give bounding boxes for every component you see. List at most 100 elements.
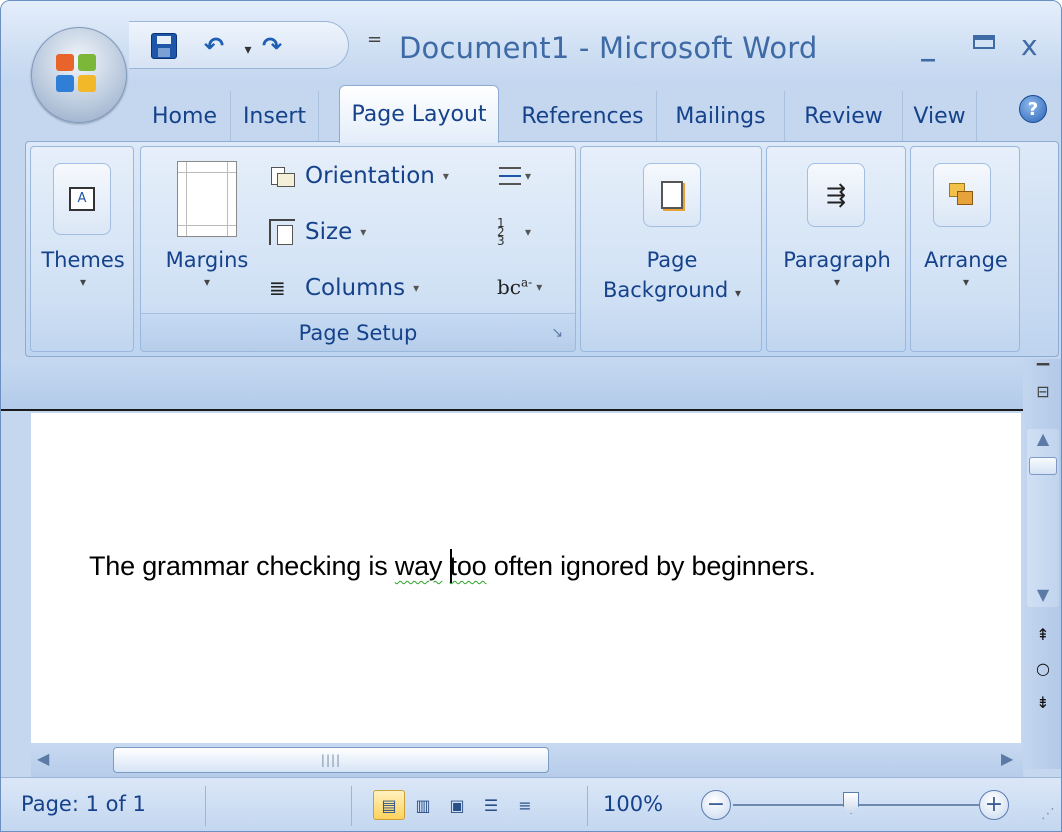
vertical-scroll-track[interactable] [1027,429,1059,607]
breaks-button[interactable]: ▾ [497,163,531,189]
help-icon[interactable]: ? [1019,95,1047,123]
status-separator [351,786,352,826]
line-numbers-icon: 123 [497,216,505,248]
paragraph-dropdown-icon: ▾ [833,275,841,289]
zoom-out-button[interactable]: − [701,790,731,820]
scroll-down-icon[interactable]: ▼ [1029,585,1057,607]
zoom-slider-thumb[interactable] [843,792,859,814]
ruler-area [1,359,1023,411]
vertical-scroll-thumb[interactable] [1029,457,1057,475]
resize-grip-icon[interactable]: ⋰ [1041,806,1055,822]
customize-qat-icon[interactable]: = [367,29,382,50]
tab-review[interactable]: Review [785,91,903,141]
page-setup-group: Margins ▾ Orientation ▾ Size ▾ ≣ Columns… [140,146,576,352]
redo-icon[interactable]: ↷ [257,32,287,60]
select-browse-object-icon[interactable]: ○ [1029,655,1057,683]
office-button[interactable] [31,27,127,123]
previous-page-icon[interactable]: ⇞ [1029,621,1057,649]
arrange-button[interactable]: Arrange ▾ [911,245,1021,289]
line-numbers-button[interactable]: 123 ▾ [497,216,531,248]
grammar-flagged-word-way[interactable]: way [395,551,443,581]
orientation-dropdown-icon: ▾ [442,169,449,183]
orientation-label: Orientation [305,163,435,189]
horizontal-scrollbar[interactable]: ◀ |||| ▶ [31,743,1023,777]
tab-mailings[interactable]: Mailings [657,91,785,141]
document-page[interactable]: The grammar checking is way too often ig… [31,413,1021,769]
tab-page-layout[interactable]: Page Layout [339,85,499,143]
scroll-left-icon[interactable]: ◀ [37,749,49,768]
vertical-scrollbar[interactable]: ▔ ⊟ ▲ ▼ ⇞ ○ ⇟ [1023,359,1061,769]
save-icon[interactable] [149,32,179,60]
status-separator [587,786,588,826]
close-button[interactable]: x [1021,29,1038,62]
page-background-label-1: Page [646,248,698,272]
quick-access-toolbar: ↶ ▾ ↷ [129,21,349,69]
zoom-in-button[interactable]: + [979,790,1009,820]
margins-button[interactable]: Margins ▾ [147,245,267,289]
paragraph-button[interactable]: Paragraph ▾ [767,245,907,289]
themes-button[interactable]: Themes ▾ [31,245,135,289]
hyphenation-button[interactable]: bca- ▾ [497,275,542,299]
paragraph-button-icon[interactable]: ⇶ [807,163,865,227]
page-background-button[interactable]: Page Background ▾ [581,245,763,308]
window-title: Document1 - Microsoft Word [399,31,818,65]
arrange-group: Arrange ▾ [910,146,1020,352]
grammar-flagged-word-too[interactable]: too [450,551,487,581]
zoom-level[interactable]: 100% [603,792,663,816]
themes-button-icon[interactable]: A [53,163,111,235]
margins-label: Margins [165,248,249,272]
minimize-button[interactable]: _ [921,29,935,62]
size-dropdown-icon: ▾ [360,225,367,239]
arrange-button-icon[interactable] [933,163,991,227]
page-background-dropdown-icon: ▾ [734,286,741,300]
themes-group: A Themes ▾ [30,146,134,352]
tab-insert[interactable]: Insert [231,91,319,141]
word-window: ↶ ▾ ↷ = Document1 - Microsoft Word _ x H… [0,0,1062,832]
scroll-right-icon[interactable]: ▶ [1001,749,1013,768]
view-ruler-icon[interactable]: ▔ ⊟ [1029,363,1057,407]
margins-icon[interactable] [177,161,237,237]
page-background-label-2: Background [602,278,729,302]
scroll-up-icon[interactable]: ▲ [1029,429,1057,451]
document-text[interactable]: The grammar checking is way too often ig… [89,549,816,583]
tab-home[interactable]: Home [139,91,231,141]
page-setup-label: Page Setup ↘ [141,313,575,351]
paragraph-indent-icon: ⇶ [825,181,847,209]
tab-references[interactable]: References [509,91,657,141]
arrange-label: Arrange [924,248,1008,272]
tab-view[interactable]: View [903,91,977,141]
size-label: Size [305,219,353,245]
columns-icon: ≣ [269,276,286,300]
page-background-group: Page Background ▾ [580,146,762,352]
next-page-icon[interactable]: ⇟ [1029,689,1057,717]
page-icon [661,181,683,209]
page-setup-launcher-icon[interactable]: ↘ [551,325,563,341]
ribbon: A Themes ▾ Margins ▾ Orientation ▾ Size … [25,141,1059,357]
print-layout-view-icon[interactable]: ▤ [373,790,405,820]
title-bar: ↶ ▾ ↷ = Document1 - Microsoft Word _ x [1,1,1061,85]
columns-dropdown-icon: ▾ [413,281,420,295]
paragraph-label: Paragraph [783,248,891,272]
breaks-icon [497,163,523,189]
office-logo-icon [56,54,102,96]
size-icon [269,219,295,245]
full-screen-reading-view-icon[interactable]: ▥ [407,790,439,820]
page-number-status[interactable]: Page: 1 of 1 [21,792,146,816]
status-separator [205,786,206,826]
horizontal-scroll-thumb[interactable]: |||| [113,747,549,773]
web-layout-view-icon[interactable]: ▣ [441,790,473,820]
outline-view-icon[interactable]: ☰ [475,790,507,820]
ribbon-tabs: Home Insert Page Layout References Maili… [139,85,1061,143]
size-button[interactable]: Size ▾ [269,219,366,245]
draft-view-icon[interactable]: ≡ [509,790,541,820]
undo-icon[interactable]: ↶ [199,32,229,60]
maximize-button[interactable] [973,35,995,49]
columns-label: Columns [305,275,406,301]
orientation-button[interactable]: Orientation ▾ [269,163,449,189]
themes-icon: A [69,187,95,211]
columns-button[interactable]: ≣ Columns ▾ [269,275,419,301]
status-bar: Page: 1 of 1 ▤ ▥ ▣ ☰ ≡ 100% − + ⋰ [1,777,1061,831]
arrange-icon [949,183,975,207]
page-background-button-icon[interactable] [643,163,701,227]
arrange-dropdown-icon: ▾ [962,275,970,289]
